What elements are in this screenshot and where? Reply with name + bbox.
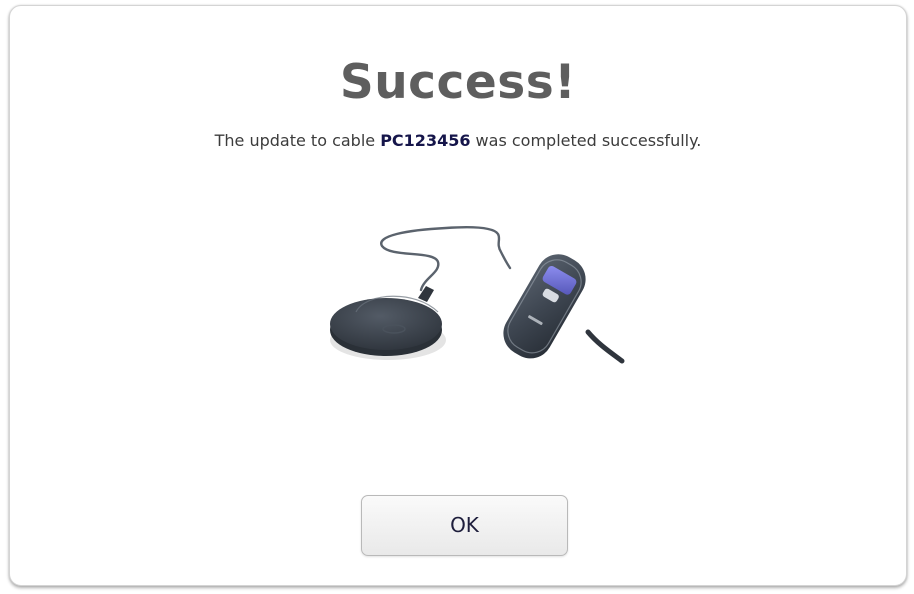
message-prefix: The update to cable	[214, 131, 381, 150]
dialog-title: Success!	[339, 55, 577, 110]
success-dialog: Success! The update to cable PC123456 wa…	[9, 5, 907, 586]
message-suffix: was completed successfully.	[470, 131, 702, 150]
pump-cable-device-image	[330, 226, 625, 364]
handheld-device	[503, 254, 586, 359]
dialog-message: The update to cable PC123456 was complet…	[10, 130, 906, 152]
sensor-pad	[330, 298, 442, 350]
cable-id: PC123456	[380, 131, 471, 150]
device-tail-cable	[585, 329, 625, 364]
ok-button[interactable]: OK	[361, 495, 568, 556]
device-cable	[380, 226, 512, 292]
